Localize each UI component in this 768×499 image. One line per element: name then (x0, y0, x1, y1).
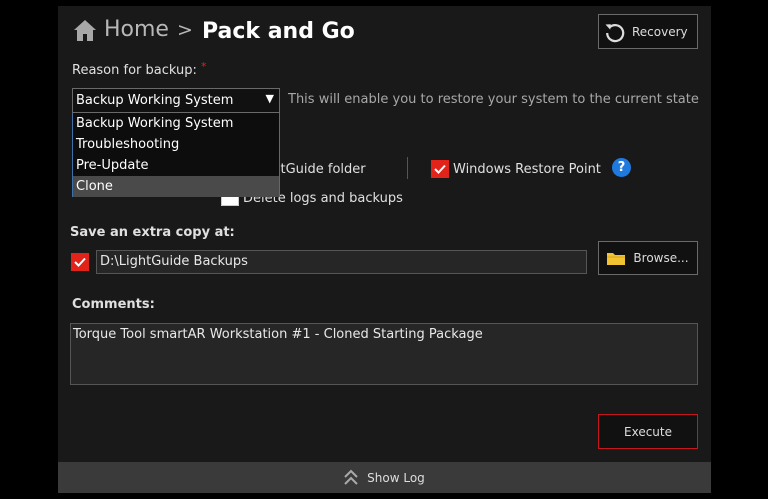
checkmark-icon (74, 257, 86, 267)
help-icon[interactable]: ? (612, 158, 631, 177)
dropdown-option-backup-working-system[interactable]: Backup Working System (73, 113, 279, 134)
extra-copy-path-input[interactable]: D:\LightGuide Backups (96, 250, 587, 274)
comments-textarea[interactable]: Torque Tool smartAR Workstation #1 - Clo… (70, 323, 698, 385)
restore-icon (605, 23, 625, 42)
extra-copy-label: Save an extra copy at: (70, 225, 235, 240)
breadcrumb-home[interactable]: Home (104, 17, 169, 42)
chevron-down-icon[interactable]: ▼ (266, 92, 274, 105)
execute-button[interactable]: Execute (598, 414, 698, 449)
reason-hint: This will enable you to restore your sys… (288, 92, 699, 107)
checkmark-icon (434, 164, 446, 174)
required-mark: * (201, 60, 207, 73)
recovery-button[interactable]: Recovery (598, 14, 698, 49)
show-log-bar[interactable]: Show Log (58, 462, 711, 493)
page-title: Pack and Go (202, 19, 355, 44)
options-divider (407, 157, 408, 179)
reason-selected-value: Backup Working System (76, 93, 234, 108)
dropdown-option-troubleshooting[interactable]: Troubleshooting (73, 134, 279, 155)
reason-select[interactable]: Backup Working System ▼ (72, 88, 280, 113)
folder-icon (607, 253, 626, 265)
comments-label: Comments: (72, 297, 155, 312)
show-log-label: Show Log (367, 470, 425, 485)
dropdown-option-pre-update[interactable]: Pre-Update (73, 155, 279, 176)
chevron-up-icon (344, 469, 358, 485)
restore-point-checkbox[interactable] (431, 160, 449, 178)
extra-copy-checkbox[interactable] (71, 253, 89, 271)
reason-label-text: Reason for backup: (72, 63, 197, 78)
home-icon[interactable] (73, 18, 97, 42)
execute-label: Execute (624, 424, 672, 439)
reason-label: Reason for backup: * (72, 60, 207, 78)
dropdown-option-clone[interactable]: Clone (73, 176, 279, 197)
restore-point-label: Windows Restore Point (453, 162, 601, 177)
browse-button[interactable]: Browse... (598, 241, 698, 275)
recovery-label: Recovery (632, 24, 688, 39)
breadcrumb-separator: > (177, 19, 193, 41)
comments-value: Torque Tool smartAR Workstation #1 - Clo… (73, 327, 483, 342)
browse-label: Browse... (633, 251, 689, 265)
extra-copy-path-value: D:\LightGuide Backups (100, 254, 248, 269)
reason-dropdown-list: Backup Working System Troubleshooting Pr… (72, 113, 280, 197)
